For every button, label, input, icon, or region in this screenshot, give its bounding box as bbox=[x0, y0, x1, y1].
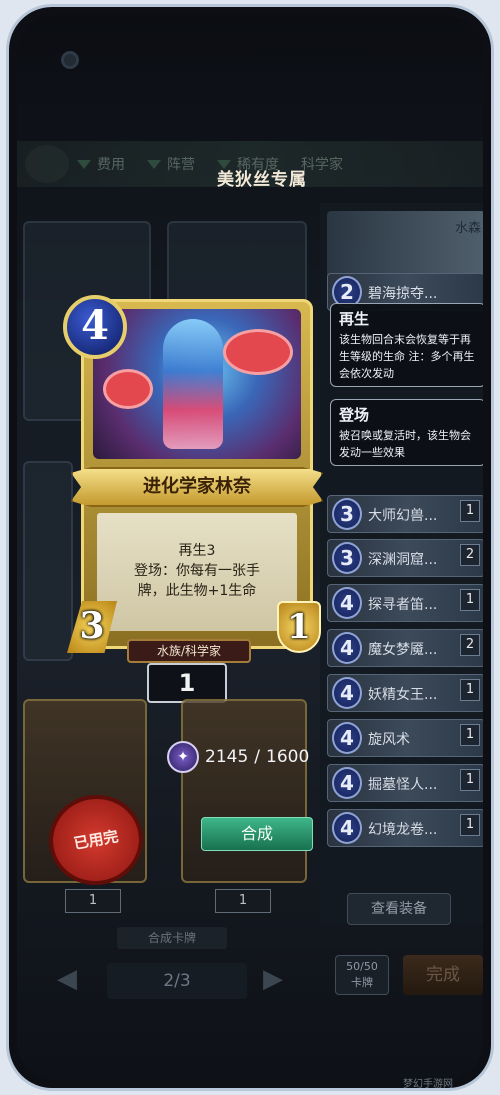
deck-count-label: 卡牌 bbox=[351, 976, 373, 989]
dust-current: 2145 bbox=[205, 747, 249, 767]
card-cost: 4 bbox=[63, 295, 127, 359]
list-item-count: 1 bbox=[460, 589, 480, 611]
card-detail: 4 进化学家林奈 再生3 登场：你每有一张手 牌，此生物+1生命 3 1 水族/… bbox=[63, 267, 331, 665]
view-equipment-button[interactable]: 查看装备 bbox=[347, 893, 451, 925]
card-tribe: 水族/科学家 bbox=[127, 639, 251, 663]
cost-gem: 4 bbox=[332, 632, 362, 664]
camera-icon bbox=[61, 51, 79, 69]
deck-count: 50/50 卡牌 bbox=[335, 955, 389, 995]
list-item-name: 魔女梦魇... bbox=[368, 642, 438, 658]
list-item-name: 深渊洞窟... bbox=[368, 552, 438, 568]
list-item-name: 旋风术 bbox=[368, 732, 410, 748]
game-screen: 费用 阵营 稀有度 科学家 美狄丝专属 复 水森 2 碧海掠夺... 3 大师幻… bbox=[17, 15, 483, 1080]
list-item-name: 探寻者笛... bbox=[368, 597, 438, 613]
list-item-name: 幻境龙卷... bbox=[368, 822, 438, 838]
list-item-count: 2 bbox=[460, 634, 480, 656]
dust-required: 1600 bbox=[266, 747, 310, 767]
next-page-icon[interactable]: ▶ bbox=[253, 959, 293, 999]
dropdown-triangle-icon bbox=[77, 159, 91, 169]
card-name: 进化学家林奈 bbox=[71, 467, 323, 507]
card-health: 1 bbox=[277, 601, 321, 653]
deck-header-label: 水森 bbox=[455, 221, 482, 236]
craft-button[interactable]: 合成 bbox=[201, 817, 313, 851]
cost-gem: 3 bbox=[332, 542, 362, 574]
craft-cards-label: 合成卡牌 bbox=[117, 927, 227, 949]
list-item-name: 掘墓怪人... bbox=[368, 777, 438, 793]
tooltip-title: 登场 bbox=[339, 406, 370, 424]
list-item[interactable]: 4 探寻者笛... 1 bbox=[327, 584, 483, 622]
list-item[interactable]: 4 魔女梦魇... 2 bbox=[327, 629, 483, 667]
cost-gem: 4 bbox=[332, 587, 362, 619]
list-item[interactable]: 3 深渊洞窟... 2 bbox=[327, 539, 483, 577]
list-item-count: 1 bbox=[460, 724, 480, 746]
phone-frame: 费用 阵营 稀有度 科学家 美狄丝专属 复 水森 2 碧海掠夺... 3 大师幻… bbox=[6, 4, 494, 1091]
list-item-count: 1 bbox=[460, 679, 480, 701]
tooltip-body: 被召唤或复活时，该生物会发动一些效果 bbox=[339, 429, 471, 459]
tooltip-regenerate: 再生 该生物回合末会恢复等于再生等级的生命 注：多个再生会依次发动 bbox=[330, 303, 483, 387]
desc-line: 牌，此生物+1生命 bbox=[137, 583, 257, 599]
deck-count-value: 50/50 bbox=[346, 960, 378, 973]
list-item-count: 2 bbox=[460, 544, 480, 566]
list-item-name: 碧海掠夺... bbox=[368, 286, 438, 302]
cost-gem: 4 bbox=[332, 722, 362, 754]
list-item-name: 妖精女王... bbox=[368, 687, 438, 703]
tooltip-battlecry: 登场 被召唤或复活时，该生物会发动一些效果 bbox=[330, 399, 483, 466]
mini-card-count: 1 bbox=[215, 889, 271, 913]
done-button[interactable]: 完成 bbox=[403, 955, 483, 995]
tooltip-body: 该生物回合末会恢复等于再生等级的生命 注：多个再生会依次发动 bbox=[339, 333, 475, 380]
list-item[interactable]: 4 掘墓怪人... 1 bbox=[327, 764, 483, 802]
cost-gem: 4 bbox=[332, 677, 362, 709]
dust-icon: ✦ bbox=[167, 741, 199, 773]
dust-counter: ✦ 2145 / 1600 bbox=[167, 741, 309, 773]
list-item[interactable]: 4 幻境龙卷... 1 bbox=[327, 809, 483, 847]
dropdown-triangle-icon bbox=[147, 159, 161, 169]
list-item-count: 1 bbox=[460, 500, 480, 522]
dust-separator: / bbox=[254, 747, 260, 767]
list-item[interactable]: 3 大师幻兽... 1 bbox=[327, 495, 483, 533]
list-item[interactable]: 4 妖精女王... 1 bbox=[327, 674, 483, 712]
lobster-claw-icon bbox=[103, 369, 153, 409]
watermark: 梦幻手游网 bbox=[403, 1079, 453, 1090]
mini-card-count: 1 bbox=[65, 889, 121, 913]
filter-cost[interactable]: 费用 bbox=[77, 154, 125, 174]
card-description: 再生3 登场：你每有一张手 牌，此生物+1生命 bbox=[97, 513, 297, 631]
owned-copies: 1 bbox=[147, 663, 227, 703]
list-item[interactable]: 4 旋风术 1 bbox=[327, 719, 483, 757]
background-card[interactable] bbox=[181, 699, 307, 883]
cost-gem: 4 bbox=[332, 812, 362, 844]
page-indicator: 2/3 bbox=[107, 963, 247, 999]
cost-gem: 4 bbox=[332, 767, 362, 799]
list-item-name: 大师幻兽... bbox=[368, 508, 438, 524]
list-item-count: 1 bbox=[460, 769, 480, 791]
prev-page-icon[interactable]: ◀ bbox=[47, 959, 87, 999]
cost-gem: 3 bbox=[332, 498, 362, 530]
page-title: 美狄丝专属 bbox=[217, 170, 307, 190]
desc-line: 登场：你每有一张手 bbox=[134, 563, 260, 579]
list-item-count: 1 bbox=[460, 814, 480, 836]
desc-line: 再生3 bbox=[178, 543, 216, 559]
tooltip-title: 再生 bbox=[339, 310, 370, 328]
lobster-claw-icon bbox=[223, 329, 293, 375]
character-figure bbox=[163, 319, 223, 449]
